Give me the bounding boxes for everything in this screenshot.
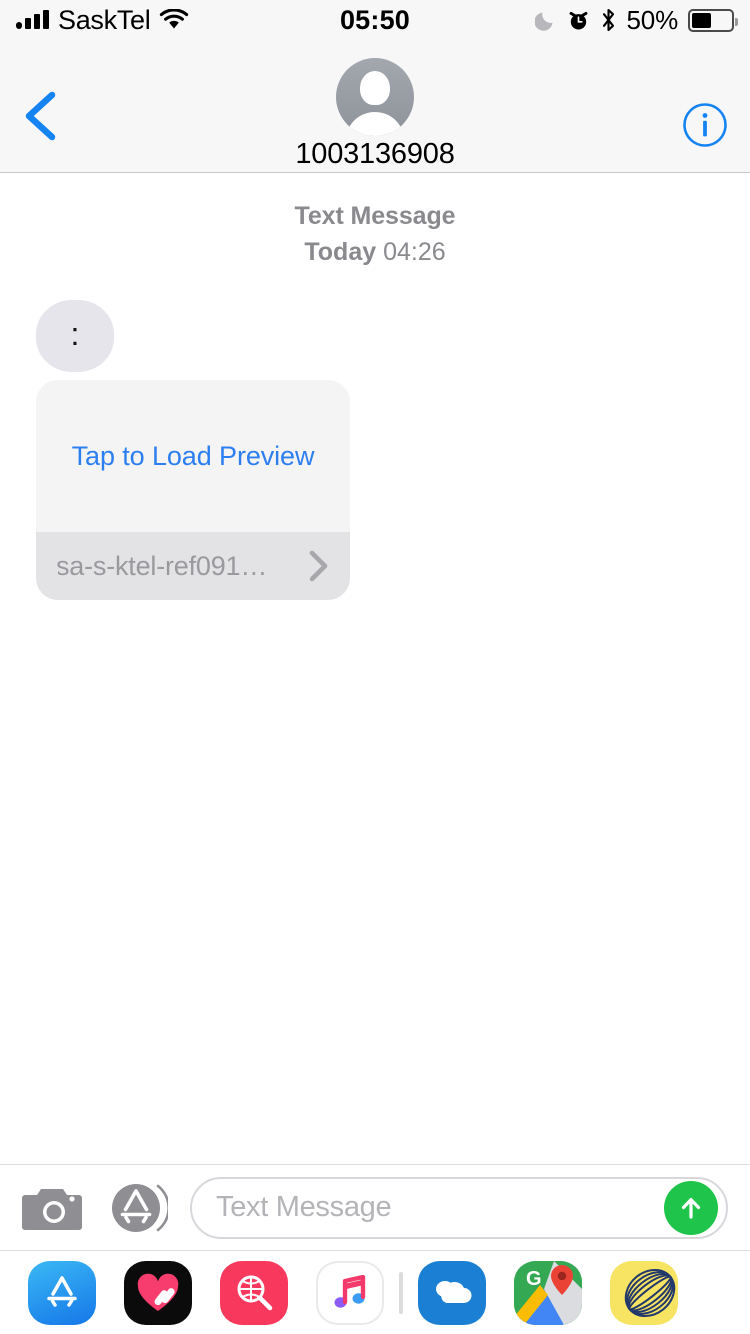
images-search-icon	[220, 1260, 288, 1325]
link-preview-caption[interactable]: sa-s-ktel-ref091…	[36, 532, 350, 600]
message-text-field[interactable]: Text Message	[190, 1176, 728, 1239]
status-bar-left: SaskTel	[16, 5, 189, 36]
message-bubble-incoming[interactable]: :	[36, 300, 114, 372]
link-preview-bubble[interactable]: Tap to Load Preview sa-s-ktel-ref091…	[36, 380, 350, 600]
battery-icon	[688, 8, 738, 32]
send-arrow-up-icon	[681, 1197, 701, 1219]
status-bar-right: 50%	[534, 4, 738, 36]
messages-app-screen: SaskTel 05:50 50% 1003136908 Text Messag…	[0, 0, 750, 1334]
message-time-label: Today 04:26	[0, 235, 750, 271]
app-store-drawer-icon[interactable]	[108, 1178, 168, 1238]
link-preview-placeholder[interactable]: Tap to Load Preview	[36, 380, 350, 532]
wifi-icon	[160, 9, 189, 29]
contact-name-label: 1003136908	[295, 138, 455, 170]
camera-icon[interactable]	[22, 1183, 86, 1233]
message-text: :	[70, 316, 80, 352]
app-drawer-item-yellow-app[interactable]	[596, 1260, 692, 1325]
bluetooth-icon	[602, 8, 614, 32]
apple-music-heart-icon	[124, 1260, 192, 1325]
app-drawer-item-images-search[interactable]	[206, 1260, 302, 1325]
yellow-app-icon	[610, 1260, 678, 1325]
bubble-tail-icon	[36, 566, 58, 600]
app-drawer-item-apple-music[interactable]	[302, 1260, 398, 1325]
info-circle-icon[interactable]	[682, 102, 728, 148]
chevron-right-icon	[309, 550, 328, 582]
message-timestamp-header: Text Message Today 04:26	[0, 199, 750, 270]
apple-music-icon	[316, 1260, 384, 1325]
battery-percent-label: 50%	[626, 4, 679, 35]
onedrive-icon	[418, 1260, 486, 1325]
app-drawer-item-app-store[interactable]	[14, 1260, 110, 1325]
google-maps-icon: G	[514, 1260, 582, 1325]
message-placeholder-label: Text Message	[216, 1191, 392, 1223]
status-bar: SaskTel 05:50 50%	[0, 0, 750, 40]
app-drawer-item-google-maps[interactable]: G	[500, 1260, 596, 1325]
conversation-area: Text Message Today 04:26 : Tap to Load P…	[0, 173, 750, 1164]
navigation-bar: 1003136908	[0, 40, 750, 173]
alarm-clock-icon	[569, 11, 587, 30]
app-store-icon	[28, 1260, 96, 1325]
moon-do-not-disturb-icon	[534, 12, 553, 31]
message-day-label: Today	[304, 237, 377, 266]
send-button[interactable]	[664, 1180, 718, 1235]
app-drawer-item-onedrive[interactable]	[404, 1260, 500, 1325]
tap-to-load-preview-label: Tap to Load Preview	[71, 440, 315, 471]
imessage-app-drawer: G	[0, 1250, 750, 1334]
carrier-label: SaskTel	[58, 4, 151, 35]
contact-header[interactable]: 1003136908	[0, 58, 750, 171]
contact-avatar-placeholder-icon	[336, 58, 414, 136]
message-input-bar: Text Message	[0, 1164, 750, 1250]
svg-text:G: G	[526, 1268, 542, 1290]
app-drawer-item-music-heart[interactable]	[110, 1260, 206, 1325]
message-kind-label: Text Message	[294, 202, 456, 230]
link-url-label: sa-s-ktel-ref091…	[56, 550, 268, 581]
message-clock-label: 04:26	[383, 237, 446, 266]
signal-bars-icon	[16, 10, 49, 29]
